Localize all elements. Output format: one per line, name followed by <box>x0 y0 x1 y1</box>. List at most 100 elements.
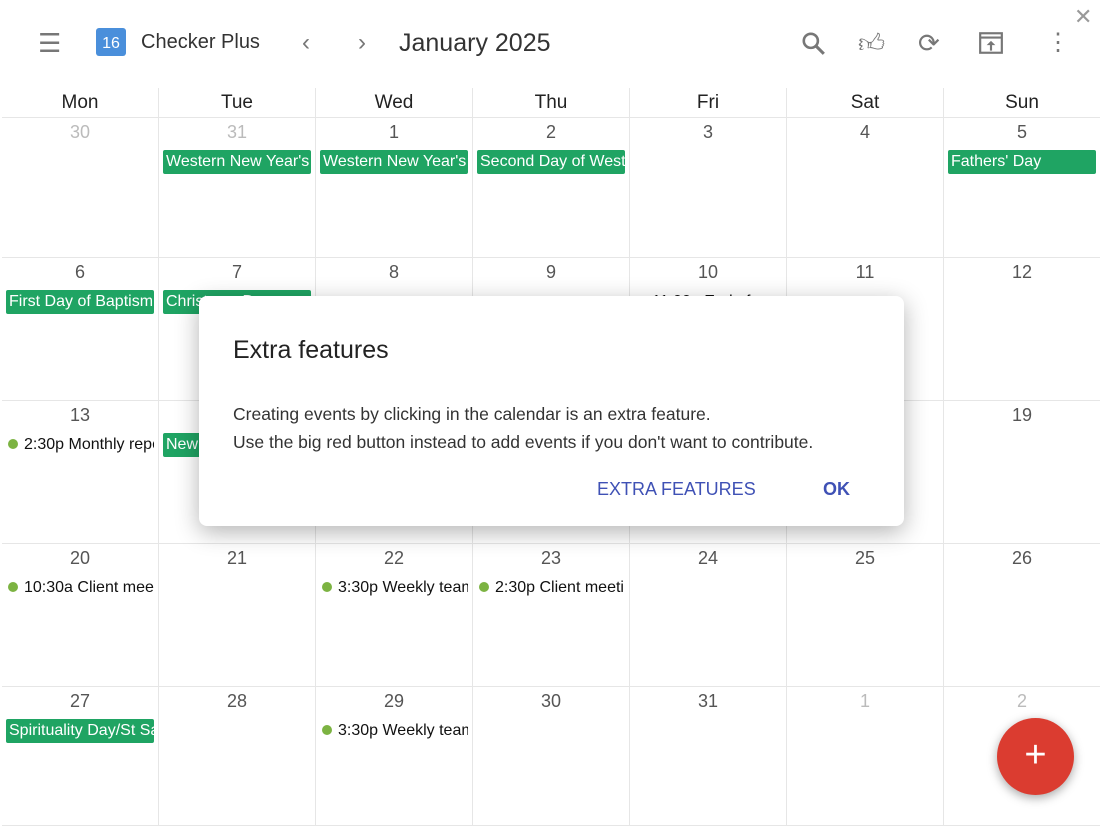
calendar-logo-icon: 16 <box>96 28 126 56</box>
day-number: 24 <box>697 548 719 568</box>
event-dot-icon <box>8 582 18 592</box>
ok-button[interactable]: OK <box>823 479 850 500</box>
search-icon[interactable] <box>800 30 826 60</box>
day-cell[interactable]: 4 <box>787 118 944 258</box>
open-in-window-icon[interactable] <box>978 30 1004 60</box>
add-event-button[interactable]: + <box>997 718 1074 795</box>
dialog-line-2: Use the big red button instead to add ev… <box>233 432 814 452</box>
day-number: 21 <box>226 548 248 568</box>
day-cell[interactable]: 26 <box>944 544 1100 687</box>
event-label: 3:30p Weekly team <box>338 579 468 596</box>
close-icon[interactable]: ✕ <box>1074 4 1092 30</box>
day-number: 3 <box>702 122 713 142</box>
day-cell[interactable]: 30 <box>2 118 159 258</box>
toolbar: ☰ 16 Checker Plus ‹ › January 2025 👍︎ ⟳ … <box>0 0 1100 88</box>
day-cell[interactable]: 5 Fathers' Day <box>944 118 1100 258</box>
all-day-event[interactable]: First Day of Baptism <box>6 290 154 314</box>
timed-event[interactable]: 2:30p Monthly report <box>8 433 154 457</box>
all-day-event[interactable]: Second Day of Western New Year <box>477 150 625 174</box>
day-number: 30 <box>69 122 91 142</box>
day-number: 2 <box>545 122 556 142</box>
day-cell[interactable]: 12 <box>944 258 1100 401</box>
weekday-header: Tue <box>159 88 316 118</box>
timed-event[interactable]: 3:30p Weekly team <box>322 719 468 743</box>
day-number: 1 <box>859 691 870 711</box>
extra-features-dialog: Extra features Creating events by clicki… <box>199 296 904 526</box>
day-number: 4 <box>859 122 870 142</box>
day-cell[interactable]: 25 <box>787 544 944 687</box>
event-dot-icon <box>8 439 18 449</box>
timed-event[interactable]: 3:30p Weekly team <box>322 576 468 600</box>
weekday-header: Mon <box>2 88 159 118</box>
day-cell[interactable]: 13 2:30p Monthly report <box>2 401 159 544</box>
dialog-title: Extra features <box>233 336 389 364</box>
day-cell[interactable]: 2 Second Day of Western New Year <box>473 118 630 258</box>
day-number: 5 <box>1016 122 1027 142</box>
day-cell[interactable]: 31 <box>630 687 787 826</box>
day-cell[interactable]: 3 <box>630 118 787 258</box>
menu-icon[interactable]: ☰ <box>38 30 61 56</box>
weekday-header: Sat <box>787 88 944 118</box>
day-number: 27 <box>69 691 91 711</box>
day-cell[interactable]: 22 3:30p Weekly team <box>316 544 473 687</box>
day-cell[interactable]: 31 Western New Year's <box>159 118 316 258</box>
day-number: 30 <box>540 691 562 711</box>
day-number: 26 <box>1011 548 1033 568</box>
all-day-event[interactable]: Spirituality Day/St Sava <box>6 719 154 743</box>
refresh-icon[interactable]: ⟳ <box>918 30 940 56</box>
day-cell[interactable]: 19 <box>944 401 1100 544</box>
day-cell[interactable]: 23 2:30p Client meeting <box>473 544 630 687</box>
all-day-event[interactable]: Western New Year's <box>320 150 468 174</box>
day-number: 20 <box>69 548 91 568</box>
day-number: 31 <box>226 122 248 142</box>
day-number: 13 <box>69 405 91 425</box>
weekday-header: Fri <box>630 88 787 118</box>
next-month-button[interactable]: › <box>358 30 366 56</box>
event-label: 2:30p Monthly report <box>24 436 154 453</box>
day-number: 11 <box>855 262 875 282</box>
extra-features-button[interactable]: EXTRA FEATURES <box>597 479 756 500</box>
day-number: 25 <box>854 548 876 568</box>
timed-event[interactable]: 10:30a Client meeting <box>8 576 154 600</box>
event-dot-icon <box>322 582 332 592</box>
month-label: January 2025 <box>399 29 551 57</box>
event-dot-icon <box>322 725 332 735</box>
day-cell[interactable]: 1 <box>787 687 944 826</box>
day-number: 29 <box>383 691 405 711</box>
prev-month-button[interactable]: ‹ <box>302 30 310 56</box>
weekday-header: Thu <box>473 88 630 118</box>
day-number: 9 <box>545 262 556 282</box>
day-cell[interactable]: 29 3:30p Weekly team <box>316 687 473 826</box>
day-number: 10 <box>697 262 719 282</box>
dialog-line-1: Creating events by clicking in the calen… <box>233 404 711 424</box>
event-label: 10:30a Client meeting <box>24 579 154 596</box>
thumbs-up-icon[interactable]: 👍︎ <box>858 30 885 56</box>
event-label: 3:30p Weekly team <box>338 722 468 739</box>
day-number: 31 <box>697 691 719 711</box>
day-number: 7 <box>231 262 242 282</box>
day-cell[interactable]: 30 <box>473 687 630 826</box>
day-cell[interactable]: 1 Western New Year's <box>316 118 473 258</box>
day-cell[interactable]: 20 10:30a Client meeting <box>2 544 159 687</box>
day-number: 23 <box>540 548 562 568</box>
logo-day: 16 <box>102 35 120 52</box>
day-number: 2 <box>1016 691 1027 711</box>
weekday-header: Wed <box>316 88 473 118</box>
day-number: 22 <box>383 548 405 568</box>
more-options-icon[interactable]: ⋮ <box>1046 30 1070 56</box>
all-day-event[interactable]: Western New Year's <box>163 150 311 174</box>
all-day-event[interactable]: Fathers' Day <box>948 150 1096 174</box>
event-label: 2:30p Client meeting <box>495 579 625 596</box>
day-number: 6 <box>74 262 85 282</box>
day-cell[interactable]: 6 First Day of Baptism <box>2 258 159 401</box>
weekday-header: Sun <box>944 88 1100 118</box>
app-title: Checker Plus <box>141 31 260 53</box>
day-number: 12 <box>1011 262 1033 282</box>
day-number: 8 <box>388 262 399 282</box>
day-cell[interactable]: 28 <box>159 687 316 826</box>
day-cell[interactable]: 27 Spirituality Day/St Sava <box>2 687 159 826</box>
day-number: 1 <box>388 122 399 142</box>
day-cell[interactable]: 21 <box>159 544 316 687</box>
timed-event[interactable]: 2:30p Client meeting <box>479 576 625 600</box>
day-cell[interactable]: 24 <box>630 544 787 687</box>
